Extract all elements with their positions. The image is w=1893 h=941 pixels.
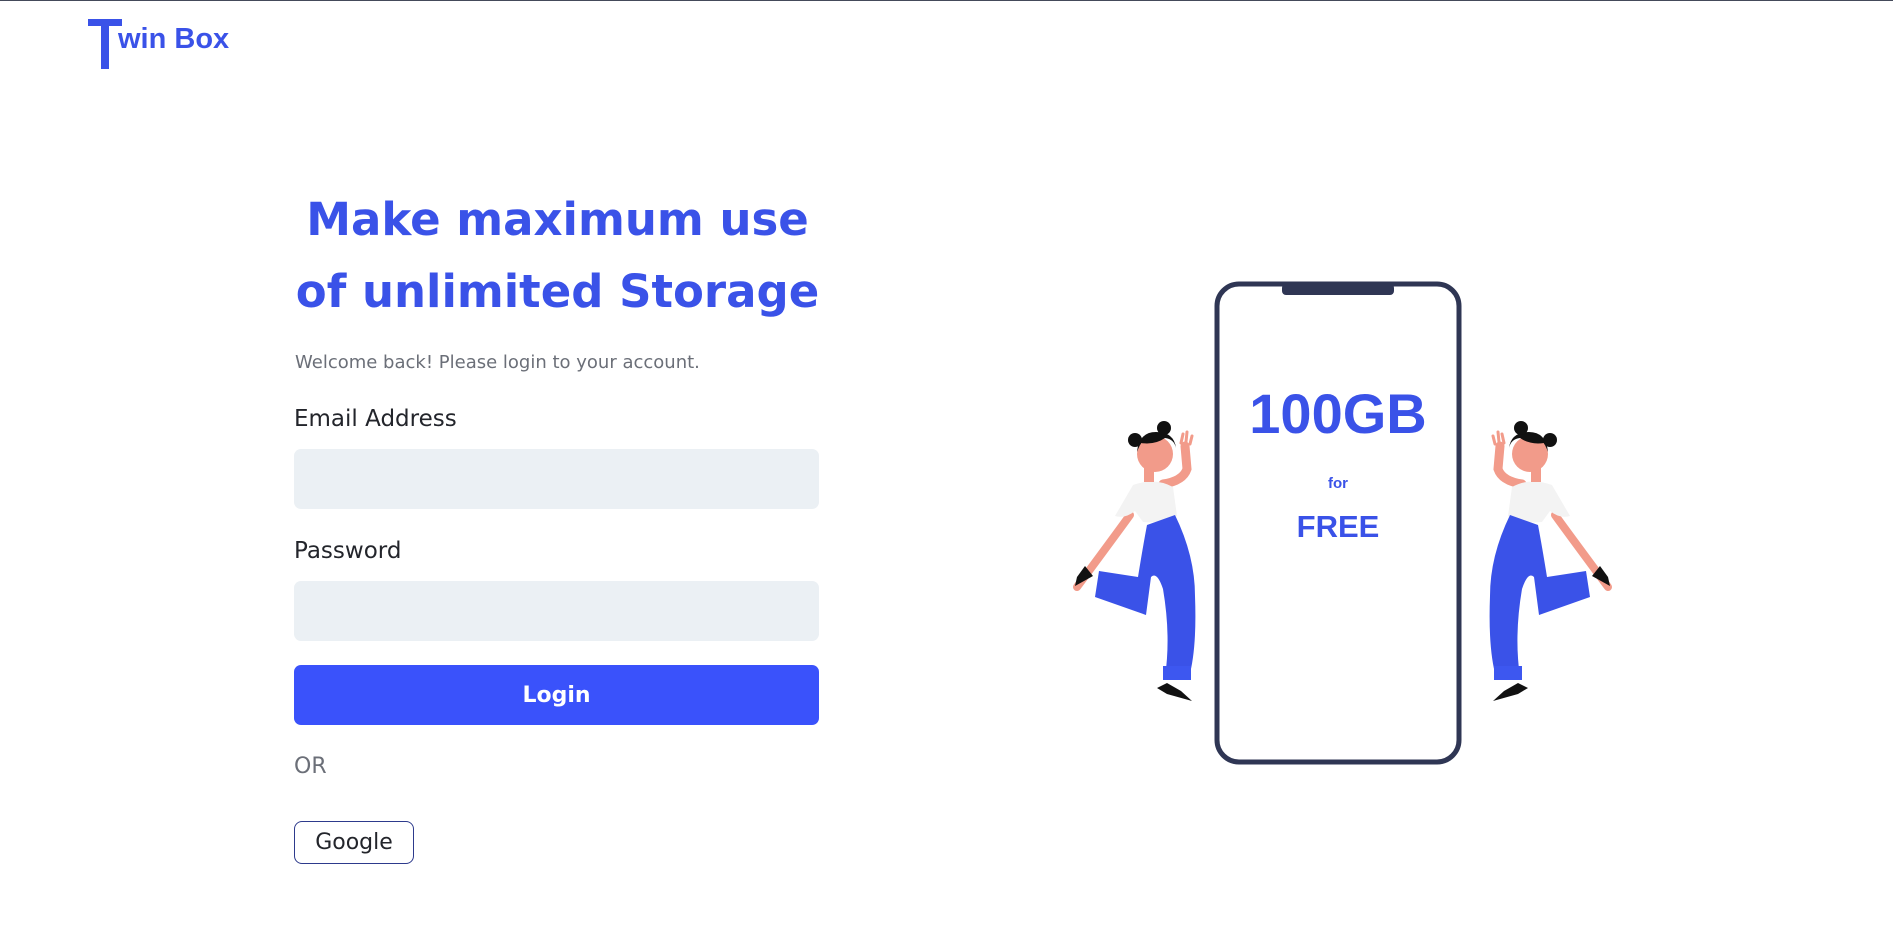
login-page: win Box Make maximum use of unlimited St… — [0, 0, 1893, 941]
storage-promo-illustration: 100GB for FREE — [1073, 281, 1612, 765]
brand-name: win Box — [118, 23, 230, 55]
google-login-button[interactable]: Google — [294, 821, 414, 864]
email-label: Email Address — [294, 406, 457, 432]
email-field[interactable] — [294, 449, 819, 509]
brand-logo[interactable]: win Box — [88, 19, 238, 71]
dancing-woman-left-illustration — [1073, 421, 1196, 701]
promo-price: FREE — [1297, 509, 1380, 544]
login-button[interactable]: Login — [294, 665, 819, 725]
promo-connector: for — [1328, 475, 1348, 492]
password-label: Password — [294, 538, 402, 564]
promo-amount: 100GB — [1249, 382, 1426, 445]
password-field[interactable] — [294, 581, 819, 641]
page-headline: Make maximum use of unlimited Storage — [295, 193, 820, 318]
dancing-woman-right-illustration — [1489, 421, 1612, 701]
welcome-message: Welcome back! Please login to your accou… — [295, 352, 700, 373]
or-divider: OR — [294, 754, 327, 779]
